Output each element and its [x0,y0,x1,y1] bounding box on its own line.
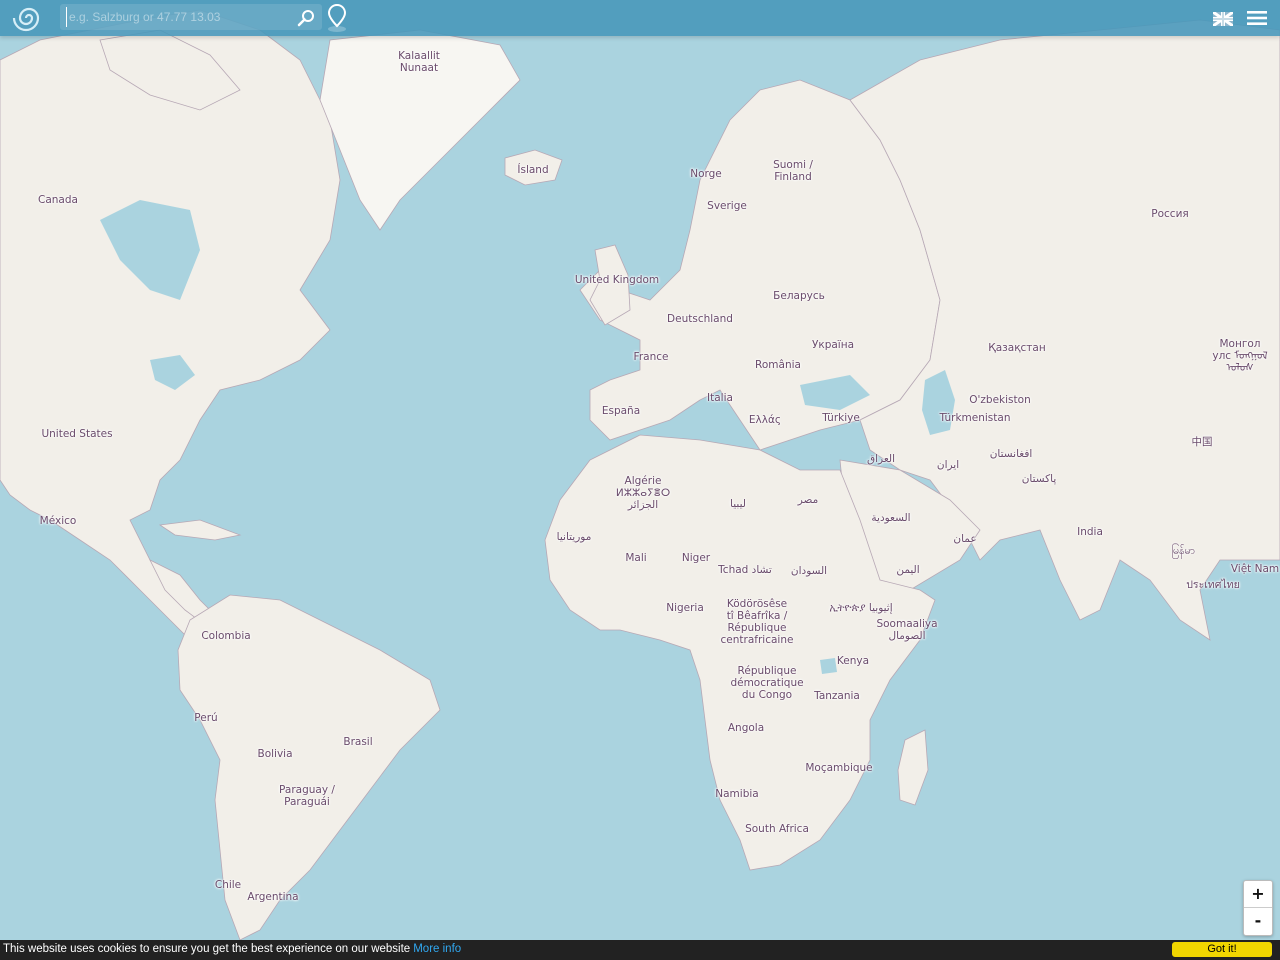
madagascar-landmass [897,729,929,806]
search-input[interactable] [66,7,293,27]
location-pin-icon[interactable] [326,3,348,33]
country-label: افغانستان [989,448,1033,460]
north-america-landmass [0,9,341,641]
country-label: ኢትዮጵያ إثيوبيا [829,602,893,614]
country-label: Argentina [247,891,299,903]
country-label: Kenya [836,655,870,667]
country-label: Niger [681,552,711,564]
lake-victoria [820,658,837,674]
country-label: France [633,351,669,363]
country-label: مصر [797,494,819,506]
country-label: မြန်မာ [1171,545,1195,557]
country-label: United States [41,428,113,440]
magnifier-icon[interactable] [296,8,316,28]
country-label: South Africa [745,823,809,835]
country-label: România [755,359,801,371]
country-label: España [601,405,641,417]
country-label: ليبيا [730,498,746,510]
country-label: Algérie ⵍⵣⵣⴰⵢⴻⵔ الجزائر [615,475,671,511]
country-label: Ísland [517,164,549,176]
cookie-banner: This website uses cookies to ensure you … [0,940,1280,960]
country-label: République démocratique du Congo [730,665,804,701]
country-label: Brasil [343,736,373,748]
hamburger-menu-icon[interactable] [1246,9,1268,27]
country-label: Ködörösêse tî Bêafrîka / République cent… [720,598,794,646]
country-label: United Kingdom [574,274,660,286]
country-label: Tchad تشاد [718,564,772,576]
top-bar [0,0,1280,36]
country-label: Türkiye [822,412,860,424]
country-label: السعودية [871,512,911,524]
country-label: Deutschland [667,313,733,325]
zoom-in-button[interactable]: + [1244,881,1272,908]
cookie-accept-button[interactable]: Got it! [1172,942,1272,957]
country-label: México [39,515,77,527]
country-label: Ελλάς [748,414,782,426]
more-info-link[interactable]: More info [413,943,461,955]
country-label: Norge [690,168,722,180]
cookie-text: This website uses cookies to ensure you … [3,940,461,958]
country-label: Tanzania [814,690,860,702]
country-label: Kalaallit Nunaat [398,50,440,74]
country-label: Việt Nam [1230,563,1280,575]
spiral-logo-icon[interactable] [12,3,46,33]
country-label: Namibia [715,788,759,800]
country-label: Perú [194,712,218,724]
country-label: Soomaaliya الصومال [876,618,938,642]
country-label: Moçambique [805,762,873,774]
country-label: عمان [953,533,977,545]
country-label: Україна [811,339,855,351]
country-label: Россия [1151,208,1189,220]
zoom-control: + - [1243,880,1273,936]
country-label: Colombia [201,630,251,642]
country-label: Монгол улс ᠮᠣᠩᠭᠣᠯ ᠤᠯᠤᠰ [1212,338,1268,374]
country-label: العراق [866,453,896,465]
country-label: پاکستان [1021,473,1057,485]
country-label: ประเทศไทย [1186,579,1240,591]
country-label: India [1077,526,1103,538]
country-label: Sverige [707,200,747,212]
country-label: Bolivia [257,748,293,760]
country-label: Беларусь [773,290,825,302]
zoom-out-button[interactable]: - [1244,908,1272,934]
country-label: 中国 [1191,436,1213,448]
cookie-message: This website uses cookies to ensure you … [3,943,411,955]
country-label: Italia [707,392,733,404]
country-label: Қазақстан [988,342,1046,354]
country-label: Suomi / Finland [773,159,813,183]
country-label: اليمن [896,564,920,576]
country-label: Türkmenistan [939,412,1011,424]
country-label: Paraguay / Paraguái [279,784,335,808]
country-label: Mali [625,552,647,564]
country-label: Angola [727,722,765,734]
country-label: Chile [214,879,242,891]
country-label: السودان [790,565,828,577]
cuba-landmass [158,519,242,541]
uk-flag-icon[interactable] [1212,10,1234,28]
country-label: موريتانيا [556,531,592,543]
country-label: ایران [936,459,960,471]
country-label: O'zbekiston [969,394,1031,406]
country-label: Nigeria [666,602,704,614]
search-box [60,4,322,30]
country-label: Canada [38,194,78,206]
